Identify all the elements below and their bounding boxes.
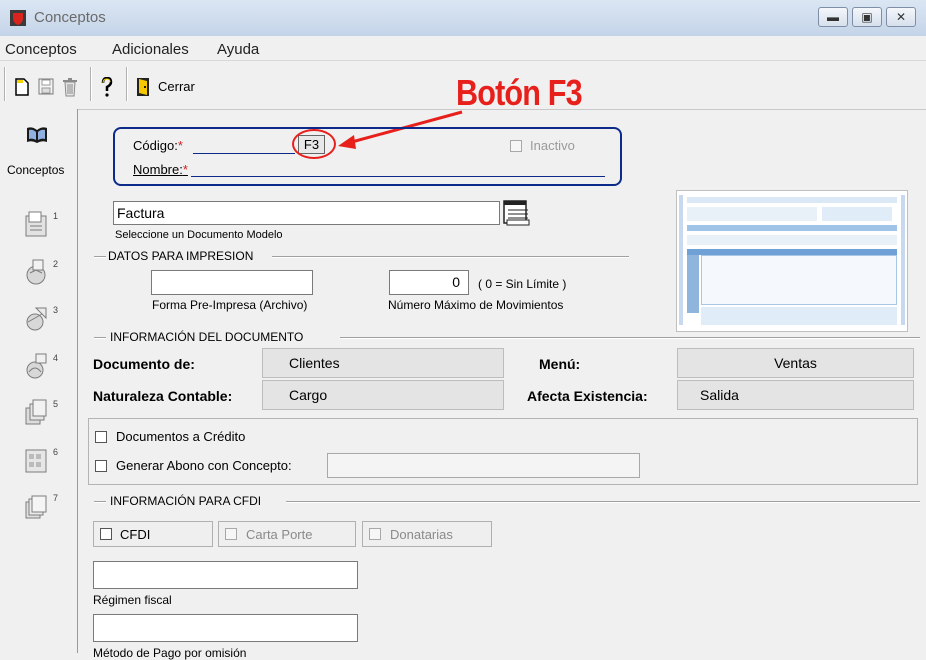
- naturaleza-contable-value: Cargo: [262, 380, 504, 410]
- metodo-pago-input[interactable]: [93, 614, 358, 642]
- close-window-button[interactable]: ✕: [886, 7, 916, 27]
- toolbar-grip: [4, 67, 6, 101]
- sidebar-number: 2: [53, 259, 59, 269]
- nombre-label-text: Nombre:: [133, 162, 183, 177]
- section-rule: [340, 337, 920, 339]
- codigo-label-text: Código:: [133, 138, 178, 153]
- naturaleza-contable-label: Naturaleza Contable:: [93, 388, 233, 404]
- section-rule: [286, 501, 920, 503]
- inactivo-label: Inactivo: [530, 138, 575, 153]
- nombre-label: Nombre:*: [133, 162, 188, 177]
- sidebar-module-6-icon[interactable]: [24, 446, 48, 474]
- f3-highlight-circle: [292, 129, 336, 159]
- modelo-hint: Seleccione un Documento Modelo: [115, 229, 283, 241]
- maximize-icon: ▣: [861, 10, 873, 24]
- toolbar-separator: [90, 67, 92, 101]
- max-movimientos-note: ( 0 = Sin Límite ): [478, 277, 567, 291]
- sidebar-number: 3: [53, 305, 59, 315]
- sidebar-number: 4: [53, 353, 59, 363]
- menu-conceptos[interactable]: Conceptos: [5, 41, 77, 58]
- sidebar-module-4-icon[interactable]: [24, 352, 48, 380]
- menu-label: Menú:: [539, 356, 581, 372]
- menu-ayuda[interactable]: Ayuda: [217, 41, 259, 58]
- sidebar-number: 7: [53, 493, 59, 503]
- maximize-button[interactable]: ▣: [852, 7, 882, 27]
- new-document-icon[interactable]: [14, 78, 30, 96]
- sidebar: [0, 109, 78, 653]
- header-panel: [113, 127, 622, 186]
- sidebar-module-7-icon[interactable]: [24, 492, 48, 520]
- sidebar-module-5-icon[interactable]: [24, 398, 48, 426]
- section-rule: [94, 256, 106, 258]
- delete-trash-icon[interactable]: [62, 77, 78, 97]
- close-button[interactable]: Cerrar: [134, 74, 208, 100]
- toolbar-separator: [126, 67, 128, 101]
- carta-porte-label: Carta Porte: [246, 527, 313, 542]
- nombre-input[interactable]: [191, 176, 605, 177]
- documento-de-label: Documento de:: [93, 356, 195, 372]
- carta-porte-toggle[interactable]: Carta Porte: [218, 521, 356, 547]
- donatarias-toggle[interactable]: Donatarias: [362, 521, 492, 547]
- minimize-button[interactable]: ▬: [818, 7, 848, 27]
- donatarias-label: Donatarias: [390, 527, 453, 542]
- window-title: Conceptos: [34, 9, 106, 26]
- carta-porte-checkbox[interactable]: [225, 528, 237, 540]
- regimen-fiscal-input[interactable]: [93, 561, 358, 589]
- metodo-pago-label: Método de Pago por omisión: [93, 646, 247, 660]
- cfdi-label: CFDI: [120, 527, 151, 542]
- cfdi-checkbox[interactable]: [100, 528, 112, 540]
- close-button-label: Cerrar: [158, 79, 195, 94]
- menu-adicionales[interactable]: Adicionales: [112, 41, 189, 58]
- minimize-icon: ▬: [827, 10, 839, 24]
- documento-de-value: Clientes: [262, 348, 504, 378]
- sidebar-module-2-icon[interactable]: [24, 258, 48, 286]
- section-cfdi-title: INFORMACIÓN PARA CFDI: [110, 494, 262, 508]
- generar-abono-checkbox[interactable]: [95, 460, 107, 472]
- section-rule: [94, 501, 106, 503]
- close-icon: ✕: [895, 10, 907, 24]
- sidebar-number: 6: [53, 447, 59, 457]
- generar-abono-label: Generar Abono con Concepto:: [116, 458, 292, 473]
- sidebar-item-conceptos[interactable]: Conceptos: [4, 126, 70, 180]
- annotation-label: Botón F3: [456, 72, 583, 113]
- door-exit-icon: [137, 78, 149, 96]
- sidebar-module-3-icon[interactable]: [24, 304, 48, 332]
- modelo-input[interactable]: Factura: [113, 201, 500, 225]
- afecta-existencia-value: Salida: [677, 380, 914, 410]
- app-shield-icon: [10, 10, 26, 26]
- donatarias-checkbox[interactable]: [369, 528, 381, 540]
- forma-preimpresa-label: Forma Pre-Impresa (Archivo): [152, 298, 308, 312]
- documentos-credito-label: Documentos a Crédito: [116, 429, 246, 444]
- documentos-credito-checkbox[interactable]: [95, 431, 107, 443]
- cfdi-toggle[interactable]: CFDI: [93, 521, 213, 547]
- document-select-icon[interactable]: [503, 200, 531, 226]
- regimen-fiscal-label: Régimen fiscal: [93, 593, 172, 607]
- sidebar-label-conceptos: Conceptos: [7, 163, 65, 177]
- section-impresion-title: DATOS PARA IMPRESION: [108, 249, 254, 263]
- section-info-doc-title: INFORMACIÓN DEL DOCUMENTO: [110, 330, 304, 344]
- forma-preimpresa-input[interactable]: [151, 270, 313, 295]
- title-bar: [0, 0, 926, 37]
- required-mark: *: [182, 162, 188, 177]
- inactivo-checkbox[interactable]: [510, 140, 522, 152]
- codigo-label: Código:*: [133, 138, 183, 153]
- sidebar-number: 1: [53, 211, 59, 221]
- open-book-icon: [27, 127, 47, 143]
- sidebar-number: 5: [53, 399, 59, 409]
- required-mark: *: [177, 138, 183, 153]
- document-preview-image: [676, 190, 908, 332]
- max-movimientos-input[interactable]: 0: [389, 270, 469, 295]
- menu-value: Ventas: [677, 348, 914, 378]
- section-rule: [94, 337, 106, 339]
- afecta-existencia-label: Afecta Existencia:: [527, 388, 648, 404]
- codigo-input[interactable]: [193, 153, 295, 154]
- abono-concepto-input[interactable]: [327, 453, 640, 478]
- max-movimientos-label: Número Máximo de Movimientos: [388, 298, 564, 312]
- help-icon[interactable]: [100, 77, 114, 97]
- sidebar-module-1-icon[interactable]: [24, 210, 48, 238]
- section-rule: [272, 256, 629, 258]
- save-icon[interactable]: [38, 78, 54, 96]
